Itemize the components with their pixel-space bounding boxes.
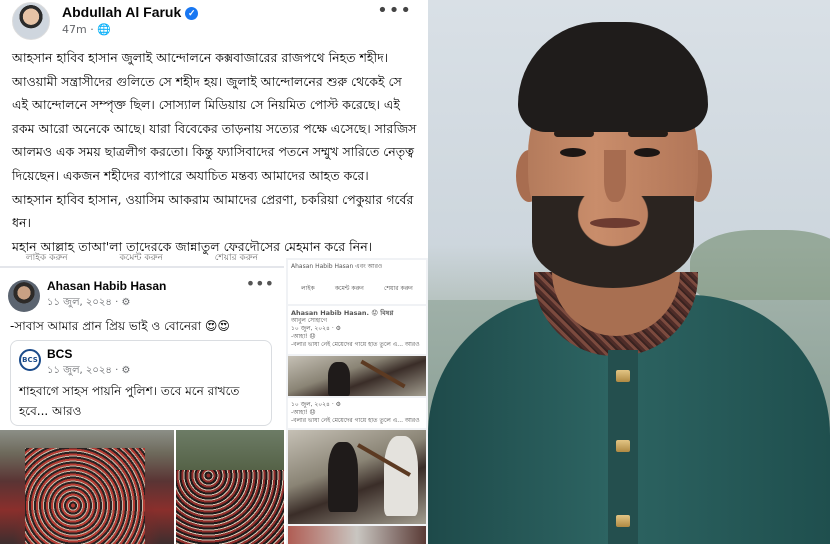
post-paragraph-1: আহসান হাবিব হাসান জুলাই আন্দোলনে কক্সবাজ… — [12, 50, 417, 183]
like-button[interactable]: লাইক করুন — [26, 250, 68, 266]
mid-photo-3[interactable] — [288, 526, 426, 544]
beard — [532, 196, 694, 288]
mid-caption-2: -বলার ভাষা নেই মেয়েদের গায়ে হাত তুলে এ… — [291, 417, 420, 424]
post-meta: 47m · 🌐 — [62, 23, 111, 36]
shared-post-text: -সাবাস আমার প্রান প্রিয় ভাই ও বোনেরা 😍😍 — [10, 319, 230, 333]
facebook-screenshot-panel: Abdullah Al Faruk ✓ 47m · 🌐 ••• আহসান হাব… — [0, 0, 428, 544]
mid-photo-1[interactable] — [288, 356, 426, 396]
bcs-date[interactable]: ১১ জুল, ২০২৪ · ⚙ — [47, 363, 130, 380]
hair — [518, 22, 708, 132]
mid-photo-figure-2 — [328, 442, 358, 512]
right-eye — [634, 148, 660, 157]
mid-photo-stick — [360, 359, 406, 389]
mid-comment-button[interactable]: কমেন্ট করুন — [335, 285, 364, 293]
bcs-logo-icon: BCS — [19, 349, 41, 371]
shared-post-date[interactable]: ১১ জুল, ২০২৪ · ⚙ — [47, 295, 130, 312]
nose — [604, 150, 626, 202]
mid-top-line[interactable]: Ahasan Habib Hasan এবং আরও — [291, 263, 423, 271]
shirt-button-3 — [616, 515, 630, 527]
mid-caption-1: -বলার ভাষা নেই মেয়েদের গায়ে হাত তুলে এ… — [291, 341, 420, 348]
mid-photo-2[interactable] — [288, 430, 426, 524]
shirt-button-2 — [616, 440, 630, 452]
mid-sub: আবুল সোহাগে — [291, 317, 328, 324]
crowd-trees — [176, 430, 284, 470]
left-eye — [560, 148, 586, 157]
mid-actions: লাইক কমেন্ট করুন শেয়ার করুন — [291, 285, 423, 293]
mid-author[interactable]: Ahasan Habib Hasan. 😟 বিষণ্ণ — [291, 309, 423, 317]
mid-photo-figure — [328, 362, 350, 396]
mid-date[interactable]: ১০ জুল, ২০২৪ · ⚙ — [291, 325, 423, 333]
mid-date-2[interactable]: ১০ জুল, ২০২৪ · ⚙ — [291, 401, 423, 409]
left-eyebrow — [554, 130, 594, 137]
author-avatar[interactable] — [12, 2, 50, 40]
right-eyebrow — [628, 130, 668, 137]
mid-card-post: Ahasan Habib Hasan. 😟 বিষণ্ণ আবুল সোহাগে… — [288, 306, 426, 354]
mouth — [590, 218, 640, 228]
mid-photo-figure-3 — [384, 436, 418, 516]
mid-card-top: Ahasan Habib Hasan এবং আরও লাইক কমেন্ট ক… — [288, 260, 426, 304]
middle-feed-column: Ahasan Habib Hasan এবং আরও লাইক কমেন্ট ক… — [286, 258, 428, 544]
post-actions-bar: লাইক করুন কমেন্ট করুন শেয়ার করুন — [0, 250, 284, 266]
actions-divider — [0, 266, 284, 268]
mid-share-button[interactable]: শেয়ার করুন — [384, 285, 413, 293]
mid-like-button[interactable]: লাইক — [301, 285, 315, 293]
post-header: Abdullah Al Faruk ✓ 47m · 🌐 ••• — [10, 0, 420, 40]
author-name[interactable]: Abdullah Al Faruk ✓ — [62, 4, 199, 20]
crowd-photo-2[interactable] — [176, 430, 284, 544]
bcs-name[interactable]: BCS — [47, 347, 72, 361]
shirt-button-1 — [616, 370, 630, 382]
bcs-embedded-post[interactable]: BCS BCS ১১ জুল, ২০২৪ · ⚙ শাহবাগে সাহস পা… — [10, 340, 272, 426]
shared-more-icon[interactable]: ••• — [246, 274, 274, 293]
post-body: আহসান হাবিব হাসান জুলাই আন্দোলনে কক্সবাজ… — [12, 46, 418, 258]
more-options-icon[interactable]: ••• — [377, 0, 412, 21]
post-time[interactable]: 47m — [62, 23, 87, 36]
crowd-road — [25, 448, 145, 544]
mid-text-2: -আহা! 😞 — [291, 409, 316, 416]
shared-author-avatar[interactable] — [8, 280, 40, 312]
comment-button[interactable]: কমেন্ট করুন — [120, 250, 163, 266]
shared-post: Ahasan Habib Hasan ১১ জুল, ২০২৪ · ⚙ ••• … — [0, 270, 284, 426]
verified-badge-icon: ✓ — [185, 7, 199, 20]
globe-icon: 🌐 — [97, 23, 111, 36]
mid-text-1: -আহা! 😞 — [291, 333, 316, 340]
mid-card-post-2: ১০ জুল, ২০২৪ · ⚙ -আহা! 😞 -বলার ভাষা নেই … — [288, 398, 426, 428]
portrait-photo — [428, 0, 830, 544]
post-paragraph-2: আহসান হাবিব হাসান, ওয়াসিম আকরাম আমাদের … — [12, 191, 414, 231]
author-name-text[interactable]: Abdullah Al Faruk — [62, 4, 181, 20]
crowd-photo-1[interactable] — [0, 430, 174, 544]
bcs-text: শাহবাগে সাহস পায়নি পুলিশ। তবে মনে রাখতে… — [19, 384, 240, 418]
share-button[interactable]: শেয়ার করুন — [215, 250, 258, 266]
shared-author-name[interactable]: Ahasan Habib Hasan — [47, 279, 166, 293]
